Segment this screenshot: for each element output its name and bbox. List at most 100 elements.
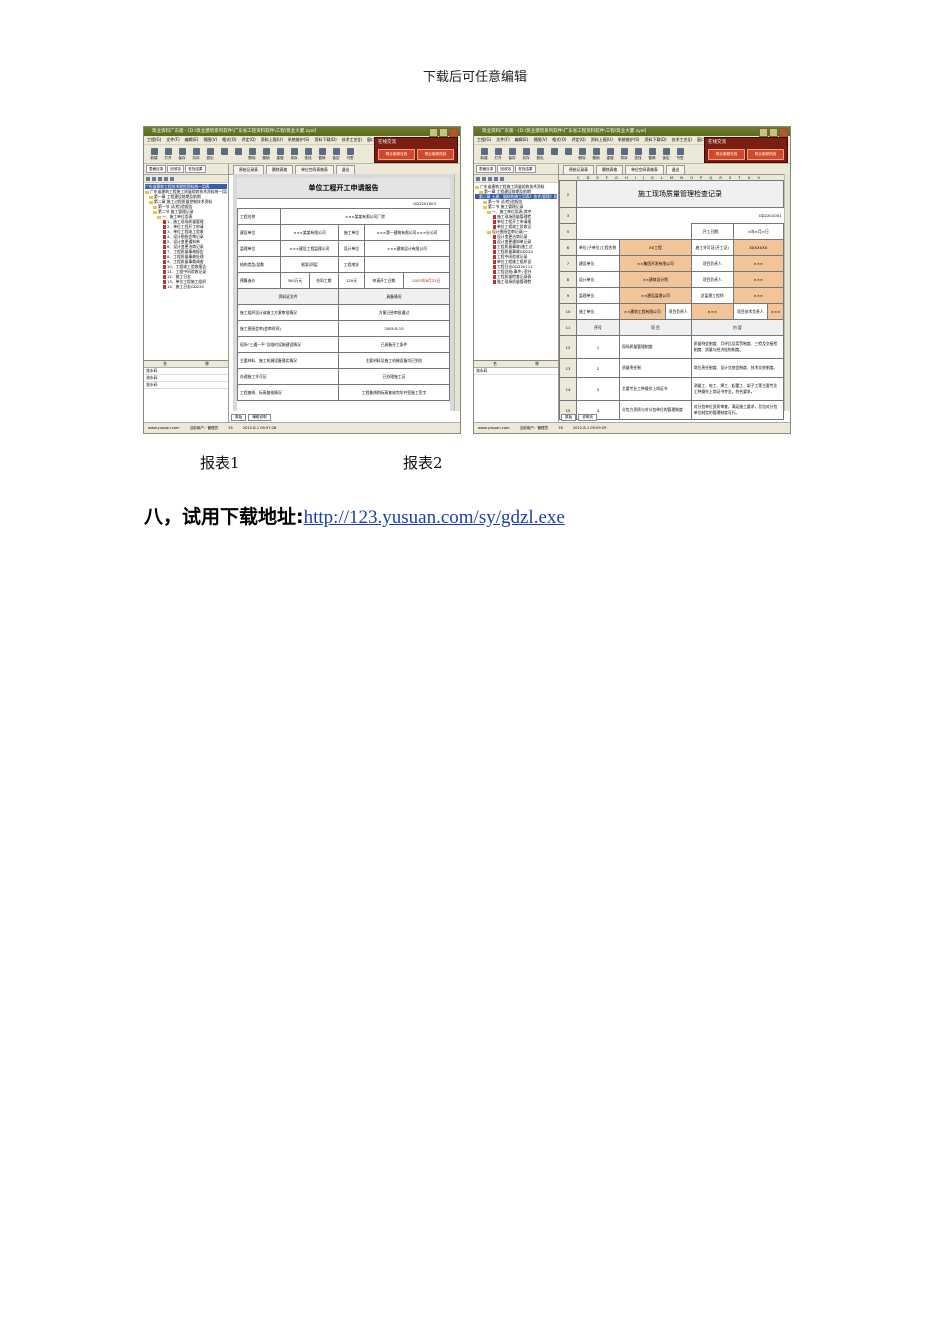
cell[interactable]: 监理单位: [237, 240, 281, 257]
toolbar-button[interactable]: 新建: [148, 147, 160, 161]
cell[interactable]: 120天: [337, 272, 366, 289]
cell[interactable]: 施工图纸会审(会审时间): [237, 320, 339, 337]
toolbar-button[interactable]: 书签: [344, 147, 356, 161]
cell[interactable]: 岗位责任制度、设计交底会制度、技术交底制度。: [690, 358, 785, 378]
sheet-tab[interactable]: 原始: [231, 414, 247, 421]
menu-item[interactable]: 技术工艺(J): [672, 136, 692, 144]
menu-item[interactable]: 资料下载(D): [644, 136, 666, 144]
tree-item-table[interactable]: 施工现场质量管理检: [475, 279, 557, 284]
cell[interactable]: 建设单位: [576, 255, 620, 272]
toolbar-button[interactable]: 退出: [204, 147, 216, 161]
vertical-scrollbar[interactable]: [784, 174, 790, 411]
tree-tool-icon[interactable]: [152, 176, 156, 181]
menu-item[interactable]: 格式(O): [552, 136, 566, 144]
tree-tool-icon[interactable]: [482, 176, 486, 181]
support-online-button[interactable]: 筑业客服在线: [708, 149, 745, 160]
cell[interactable]: 施工单位: [576, 303, 620, 320]
menu-item[interactable]: 资料上报(U): [261, 136, 283, 144]
cell[interactable]: ×××: [732, 255, 785, 272]
download-link[interactable]: http://123.yusuan.com/sy/gdzl.exe: [304, 507, 565, 528]
toolbar-button[interactable]: 删除: [576, 147, 588, 161]
cell[interactable]: 现场“三通一平”及临时设施建设情况: [237, 336, 339, 353]
cell[interactable]: 项目负责人: [664, 303, 692, 320]
cell[interactable]: 结构类型/层数: [237, 256, 281, 273]
cell[interactable]: ×××: [767, 303, 784, 320]
tree-tool-icon[interactable]: [170, 176, 174, 181]
cell[interactable]: 工程基线和标高复核完毕并签施工签字: [337, 384, 451, 401]
tree-tool-icon[interactable]: [158, 176, 162, 181]
toolbar-button[interactable]: 替换: [646, 147, 658, 161]
sheet-tab[interactable]: 说明页: [578, 414, 597, 421]
start-date-value[interactable]: ×年×月×日: [732, 223, 785, 240]
cell[interactable]: 已办理施工证: [337, 368, 451, 385]
menu-item[interactable]: 文件(F): [496, 136, 509, 144]
sheet-tab[interactable]: 辅助说明: [248, 414, 271, 421]
menu-item[interactable]: 格式(O): [222, 136, 236, 144]
cell[interactable]: ××建筑设计院: [619, 271, 692, 288]
toolbar-button[interactable]: 替换: [316, 147, 328, 161]
cell[interactable]: 施工单位: [337, 224, 366, 241]
menu-item[interactable]: 资料上报(U): [591, 136, 613, 144]
toolbar-button[interactable]: 保存: [176, 147, 188, 161]
cell[interactable]: 主要材料、施工机械设备落实情况: [237, 352, 339, 369]
cell[interactable]: 设计单位: [337, 240, 366, 257]
toolbar-button[interactable]: 保存: [506, 147, 518, 161]
cell[interactable]: ××集团开发有限公司: [619, 255, 692, 272]
close-icon[interactable]: [449, 128, 458, 137]
cell[interactable]: 项目技术负责人: [732, 303, 769, 320]
cell[interactable]: 工程基线、标高复核情况: [237, 384, 339, 401]
cell[interactable]: 框架/四层: [280, 256, 339, 273]
tab-table-list[interactable]: 表格目录: [476, 165, 497, 173]
toolbar-button[interactable]: 新建: [478, 147, 490, 161]
tab-search-results[interactable]: 查找结果: [515, 165, 536, 173]
toolbar-button[interactable]: 撤销: [260, 147, 272, 161]
maximize-icon[interactable]: [439, 128, 448, 137]
support-hotline-button[interactable]: 筑业客服热线: [747, 149, 784, 160]
toolbar-button[interactable]: [218, 147, 230, 161]
toolbar-button[interactable]: 另存: [520, 147, 532, 161]
vertical-scrollbar[interactable]: [454, 174, 460, 411]
tab-table-list[interactable]: 表格目录: [146, 165, 167, 173]
minimize-icon[interactable]: [759, 128, 768, 137]
menu-item[interactable]: 评定(Q): [241, 136, 255, 144]
cell[interactable]: ×××第一建筑有限公司×××分公司: [364, 224, 450, 241]
tab-recycle-bin[interactable]: 回收站: [497, 165, 515, 173]
cell[interactable]: 质量责任制: [619, 358, 692, 378]
cell[interactable]: 300万元: [280, 272, 310, 289]
cell[interactable]: 3: [576, 377, 620, 401]
tab-exit[interactable]: 退出: [665, 165, 686, 174]
tab-original-record[interactable]: 原始记录表: [563, 165, 594, 174]
cell[interactable]: 设计单位: [576, 271, 620, 288]
cell[interactable]: 监理单位: [576, 287, 620, 304]
tab-original-record[interactable]: 原始记录表: [233, 165, 264, 174]
toolbar-button[interactable]: 排序: [618, 147, 630, 161]
menu-item[interactable]: 资料下载(D): [314, 136, 336, 144]
cell[interactable]: 施工许可证(开工证): [690, 239, 734, 256]
toolbar-button[interactable]: [548, 147, 560, 161]
tab-recycle-bin[interactable]: 回收站: [167, 165, 185, 173]
cell[interactable]: 现场质量管理制度: [619, 335, 692, 359]
toolbar-button[interactable]: 书签: [674, 147, 686, 161]
cell[interactable]: [364, 256, 450, 273]
tree-item-table[interactable]: 14、施工日志GD220: [145, 284, 227, 289]
toolbar-button[interactable]: 退出: [534, 147, 546, 161]
menu-item[interactable]: 视图(V): [533, 136, 547, 144]
toolbar-button[interactable]: 删除: [246, 147, 258, 161]
tree-tool-icon[interactable]: [164, 176, 168, 181]
menu-item[interactable]: 工程(G): [477, 136, 491, 144]
tab-unit-space[interactable]: 单位空间表格表: [295, 165, 334, 174]
cell[interactable]: 项目负责人: [690, 271, 734, 288]
cell[interactable]: ×××某某有限公司厂房: [280, 208, 450, 225]
tree-tool-icon[interactable]: [146, 176, 150, 181]
cell[interactable]: 预算造价: [237, 272, 281, 289]
tree-tool-icon[interactable]: [488, 176, 492, 181]
toolbar-button[interactable]: 锁定: [660, 147, 672, 161]
cell[interactable]: 1: [576, 335, 620, 359]
tree-tool-icon[interactable]: [476, 176, 480, 181]
cell[interactable]: ×××: [732, 287, 785, 304]
cell[interactable]: 单位(子单位)工程名称: [576, 239, 620, 256]
menu-item[interactable]: 评定(Q): [571, 136, 585, 144]
toolbar-button[interactable]: [232, 147, 244, 161]
cell[interactable]: ×××某某有限公司: [280, 224, 339, 241]
toolbar-button[interactable]: 撤销: [590, 147, 602, 161]
